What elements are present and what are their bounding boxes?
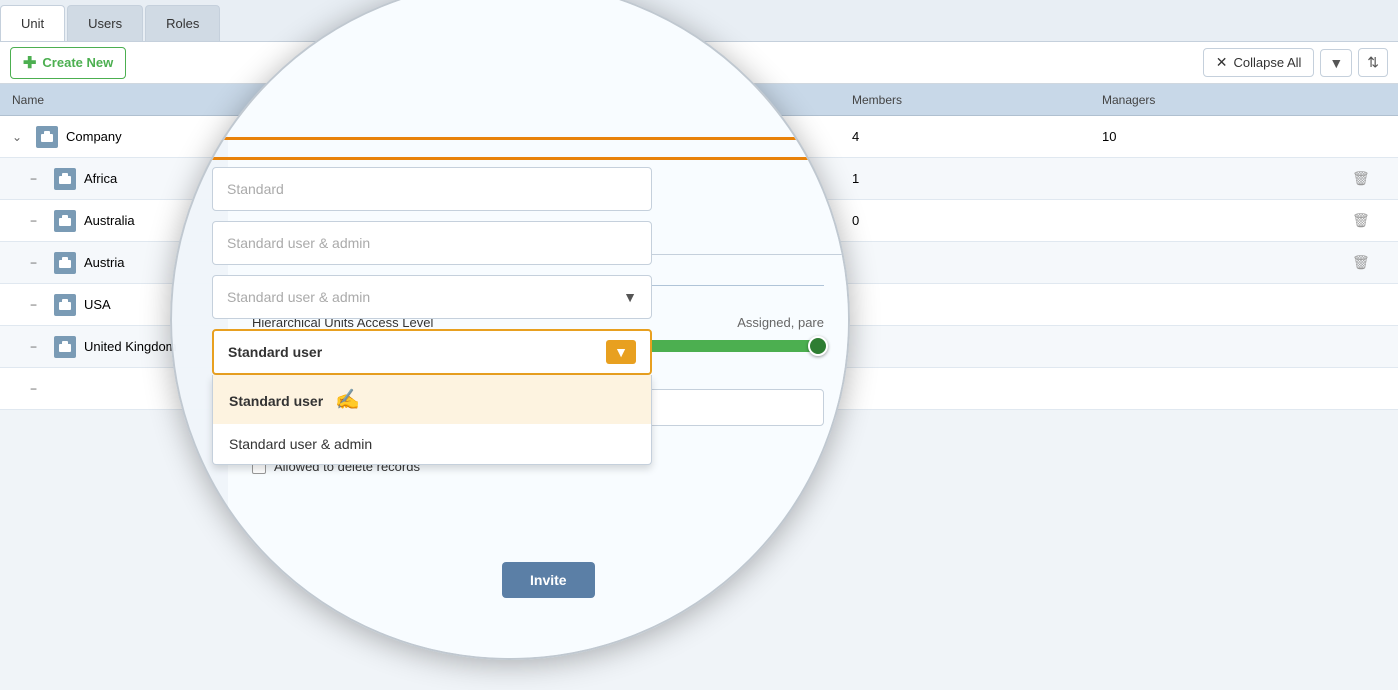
table-row: ⌄ Company 4 10 bbox=[0, 116, 1398, 158]
unit-name: Australia bbox=[84, 213, 135, 228]
table-row: − bbox=[0, 368, 1398, 410]
checkbox-delete-records-input[interactable] bbox=[252, 460, 266, 474]
filter-icon: ▼ bbox=[1329, 55, 1343, 71]
tab-roles-label: Roles bbox=[166, 16, 199, 31]
cell-name: ⌄ Company bbox=[0, 126, 840, 148]
tab-users[interactable]: Users bbox=[67, 5, 143, 41]
expand-icon[interactable]: − bbox=[30, 214, 46, 228]
expand-icon[interactable]: − bbox=[30, 382, 46, 396]
cell-name: − Austria bbox=[0, 252, 840, 274]
cell-name: − United Kingdom bbox=[0, 336, 840, 358]
collapse-all-icon: ✕ bbox=[1216, 54, 1228, 71]
filter-button[interactable]: ▼ bbox=[1320, 49, 1352, 77]
unit-icon bbox=[54, 168, 76, 190]
create-new-label: Create New bbox=[42, 55, 113, 70]
table-header: Name Members Managers bbox=[0, 84, 1398, 116]
tab-unit-label: Unit bbox=[21, 16, 44, 31]
cell-members: 1 bbox=[840, 171, 1090, 186]
cell-name: − bbox=[0, 382, 840, 396]
checkbox-delete-records: Allowed to delete records bbox=[252, 459, 824, 474]
unit-table: ⌄ Company 4 10 − Africa 1 🗑 − Austra bbox=[0, 116, 1398, 410]
cell-managers: 10 bbox=[1090, 129, 1340, 144]
cell-name: − Africa bbox=[0, 168, 840, 190]
expand-icon[interactable]: − bbox=[30, 340, 46, 354]
checkbox-private-records-input[interactable] bbox=[252, 437, 266, 451]
expand-icon[interactable]: ⌄ bbox=[12, 130, 28, 144]
unit-name: Africa bbox=[84, 171, 117, 186]
create-new-button[interactable]: ✚ Create New bbox=[10, 47, 126, 79]
checkbox-private-records: Allowed to own private records bbox=[252, 436, 824, 451]
toolbar-left: ✚ Create New bbox=[10, 47, 126, 79]
cell-members: 0 bbox=[840, 213, 1090, 228]
tab-unit[interactable]: Unit bbox=[0, 5, 65, 41]
cell-actions: 🗑 bbox=[1340, 212, 1398, 229]
unit-name: Austria bbox=[84, 255, 124, 270]
delete-icon[interactable]: 🗑 bbox=[1352, 212, 1370, 229]
top-tab-bar: Unit Users Roles bbox=[0, 0, 1398, 42]
cell-members: 4 bbox=[840, 129, 1090, 144]
unit-name: Company bbox=[66, 129, 122, 144]
unit-icon bbox=[54, 336, 76, 358]
table-row: − United Kingdom bbox=[0, 326, 1398, 368]
invite-button[interactable]: Invite bbox=[502, 562, 595, 598]
tab-roles[interactable]: Roles bbox=[145, 5, 220, 41]
dropdown-option-standard-admin[interactable]: Standard user & admin bbox=[213, 424, 651, 464]
col-header-managers: Managers bbox=[1090, 93, 1340, 107]
table-row: − USA bbox=[0, 284, 1398, 326]
delete-icon[interactable]: 🗑 bbox=[1352, 254, 1370, 271]
delete-icon[interactable]: 🗑 bbox=[1352, 170, 1370, 187]
cell-actions: 🗑 bbox=[1340, 254, 1398, 271]
expand-icon[interactable]: − bbox=[30, 172, 46, 186]
cell-name: − USA bbox=[0, 294, 840, 316]
collapse-all-button[interactable]: ✕ Collapse All bbox=[1203, 48, 1315, 77]
sort-button[interactable]: ⇅ bbox=[1358, 48, 1388, 77]
unit-icon bbox=[54, 252, 76, 274]
checkbox-private-records-label: Allowed to own private records bbox=[274, 436, 451, 451]
sort-icon: ⇅ bbox=[1367, 54, 1379, 71]
toolbar: ✚ Create New ✕ Collapse All ▼ ⇅ bbox=[0, 42, 1398, 84]
unit-icon bbox=[54, 294, 76, 316]
plus-icon: ✚ bbox=[23, 53, 36, 73]
collapse-all-label: Collapse All bbox=[1233, 55, 1301, 70]
unit-icon bbox=[36, 126, 58, 148]
unit-name: USA bbox=[84, 297, 111, 312]
tab-users-label: Users bbox=[88, 16, 122, 31]
expand-icon[interactable]: − bbox=[30, 256, 46, 270]
unit-icon bbox=[54, 210, 76, 232]
table-row: − Australia 0 🗑 bbox=[0, 200, 1398, 242]
toolbar-right: ✕ Collapse All ▼ ⇅ bbox=[1203, 48, 1388, 77]
cell-actions: 🗑 bbox=[1340, 170, 1398, 187]
cell-name: − Australia bbox=[0, 210, 840, 232]
expand-icon[interactable]: − bbox=[30, 298, 46, 312]
col-header-name: Name bbox=[0, 93, 840, 107]
table-row: − Austria 🗑 bbox=[0, 242, 1398, 284]
col-header-members: Members bbox=[840, 93, 1090, 107]
checkbox-delete-records-label: Allowed to delete records bbox=[274, 459, 420, 474]
table-row: − Africa 1 🗑 bbox=[0, 158, 1398, 200]
unit-name: United Kingdom bbox=[84, 339, 177, 354]
